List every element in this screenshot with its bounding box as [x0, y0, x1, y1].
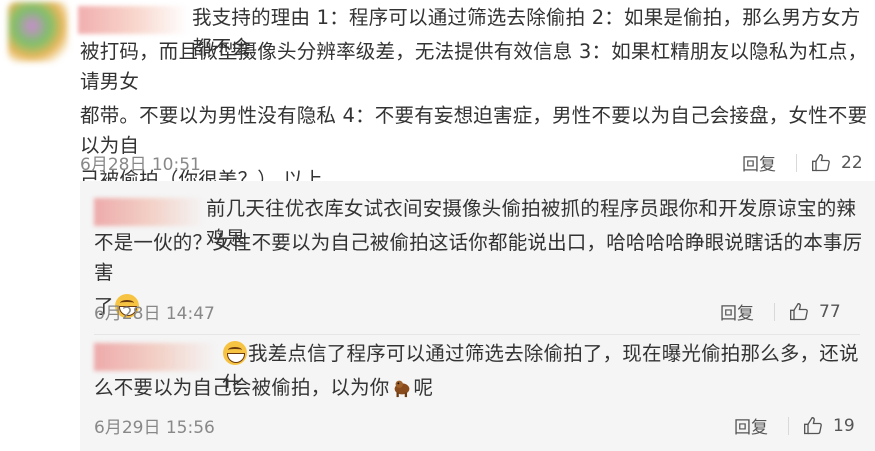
reply-line: 呢 [413, 376, 434, 399]
like-button[interactable]: 22 [811, 153, 863, 173]
username-redacted [94, 198, 204, 226]
thumbs-up-icon [812, 153, 830, 171]
reply-1: 前几天往优衣库女试衣间安摄像头偷拍被抓的程序员跟你和开发原谅宝的辣鸡是 不是一伙… [0, 181, 875, 334]
reply-line: 么不要以为自己会被偷拍，以为你 [94, 376, 390, 399]
divider [774, 302, 775, 321]
reply-button[interactable]: 回复 [720, 299, 754, 324]
like-button[interactable]: 77 [789, 302, 841, 322]
avatar[interactable] [8, 2, 68, 62]
dog-emoji-icon [391, 376, 413, 398]
divider [796, 153, 797, 172]
reply-time: 6月29日 15:56 [94, 418, 215, 438]
like-count: 19 [833, 415, 855, 436]
grinning-emoji-icon [223, 341, 247, 365]
reply-actions: 回复 19 [734, 413, 855, 439]
like-button[interactable]: 19 [803, 416, 855, 436]
comment-time: 6月28日 10:51 [80, 155, 201, 175]
divider [788, 416, 789, 435]
reply-text: 么不要以为自己会被偷拍，以为你 呢 [94, 373, 869, 403]
thumbs-up-icon [804, 416, 822, 434]
comment-actions: 回复 22 [742, 150, 863, 176]
like-count: 77 [819, 301, 841, 322]
reply-actions: 回复 77 [720, 299, 841, 325]
reply-button[interactable]: 回复 [742, 150, 776, 175]
reply-time: 6月28日 14:47 [94, 304, 215, 324]
username-redacted [94, 343, 216, 371]
like-count: 22 [841, 152, 863, 173]
reply-2: 我差点信了程序可以通过筛选去除偷拍了，现在曝光偷拍那么多，还说什 么不要以为自己… [0, 334, 875, 451]
thumbs-up-icon [790, 302, 808, 320]
comment-line: 被打码，而且微型摄像头分辨率级差，无法提供有效信息 3：如果杠精朋友以隐私为杠点… [80, 40, 868, 93]
reply-line: 不是一伙的？女性不要以为自己被偷拍这话你都能说出口，哈哈哈哈睁眼说瞎话的本事厉害 [94, 231, 863, 284]
comment-1: 我支持的理由 1：程序可以通过筛选去除偷拍 2：如果是偷拍，那么男方女方都不会 … [0, 0, 875, 191]
username-redacted [78, 6, 188, 34]
reply-button[interactable]: 回复 [734, 413, 768, 438]
